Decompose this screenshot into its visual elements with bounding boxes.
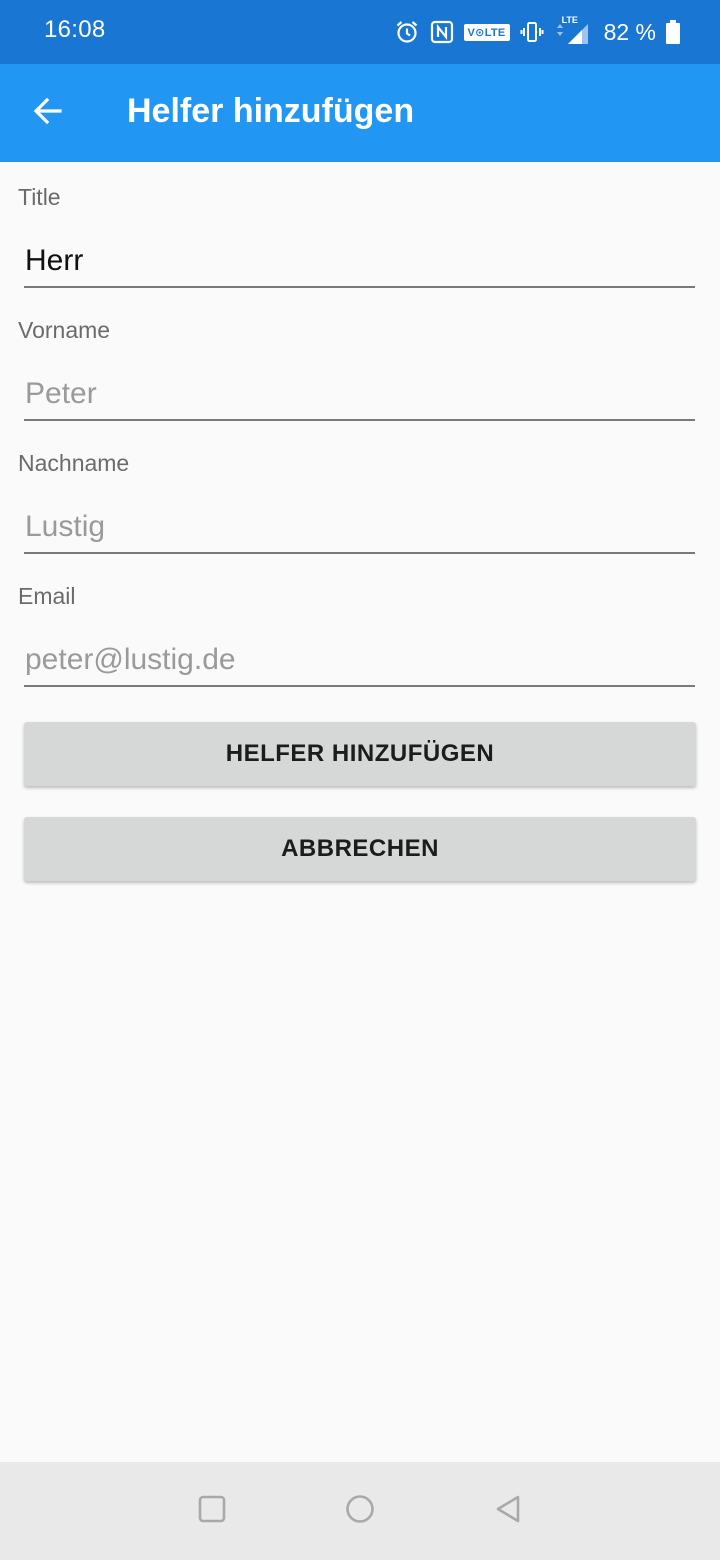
status-bar: 16:08 V⊙LTE LTE 82 % — [0, 0, 720, 64]
add-helper-button[interactable]: HELFER HINZUFÜGEN — [24, 722, 696, 786]
page-title: Helfer hinzufügen — [127, 92, 415, 130]
status-time: 16:08 — [44, 16, 106, 43]
volte-icon: V⊙LTE — [463, 23, 510, 41]
home-icon — [345, 1494, 375, 1529]
nav-back-button[interactable] — [488, 1491, 528, 1531]
title-field[interactable] — [24, 240, 695, 288]
app-bar: Helfer hinzufügen — [0, 64, 720, 162]
recents-icon — [198, 1495, 226, 1528]
email-label: Email — [18, 583, 76, 609]
status-icons: V⊙LTE LTE 82 % — [394, 14, 680, 50]
back-icon — [494, 1494, 522, 1529]
back-button[interactable] — [20, 89, 76, 137]
signal-icon: LTE — [554, 15, 590, 46]
cancel-button[interactable]: ABBRECHEN — [24, 817, 696, 881]
nachname-label: Nachname — [18, 450, 130, 476]
email-field[interactable] — [24, 639, 695, 687]
arrow-back-icon — [32, 95, 64, 132]
home-button[interactable] — [340, 1491, 380, 1531]
alarm-icon — [394, 19, 420, 45]
nachname-field[interactable] — [24, 506, 695, 554]
navigation-bar — [0, 1462, 720, 1560]
battery-icon — [666, 19, 680, 45]
title-label: Title — [18, 184, 61, 210]
vibrate-icon — [520, 20, 544, 44]
vorname-field[interactable] — [24, 373, 695, 421]
nfc-icon — [430, 20, 454, 44]
recents-button[interactable] — [192, 1491, 232, 1531]
battery-percent: 82 % — [603, 18, 656, 45]
vorname-label: Vorname — [18, 317, 111, 343]
